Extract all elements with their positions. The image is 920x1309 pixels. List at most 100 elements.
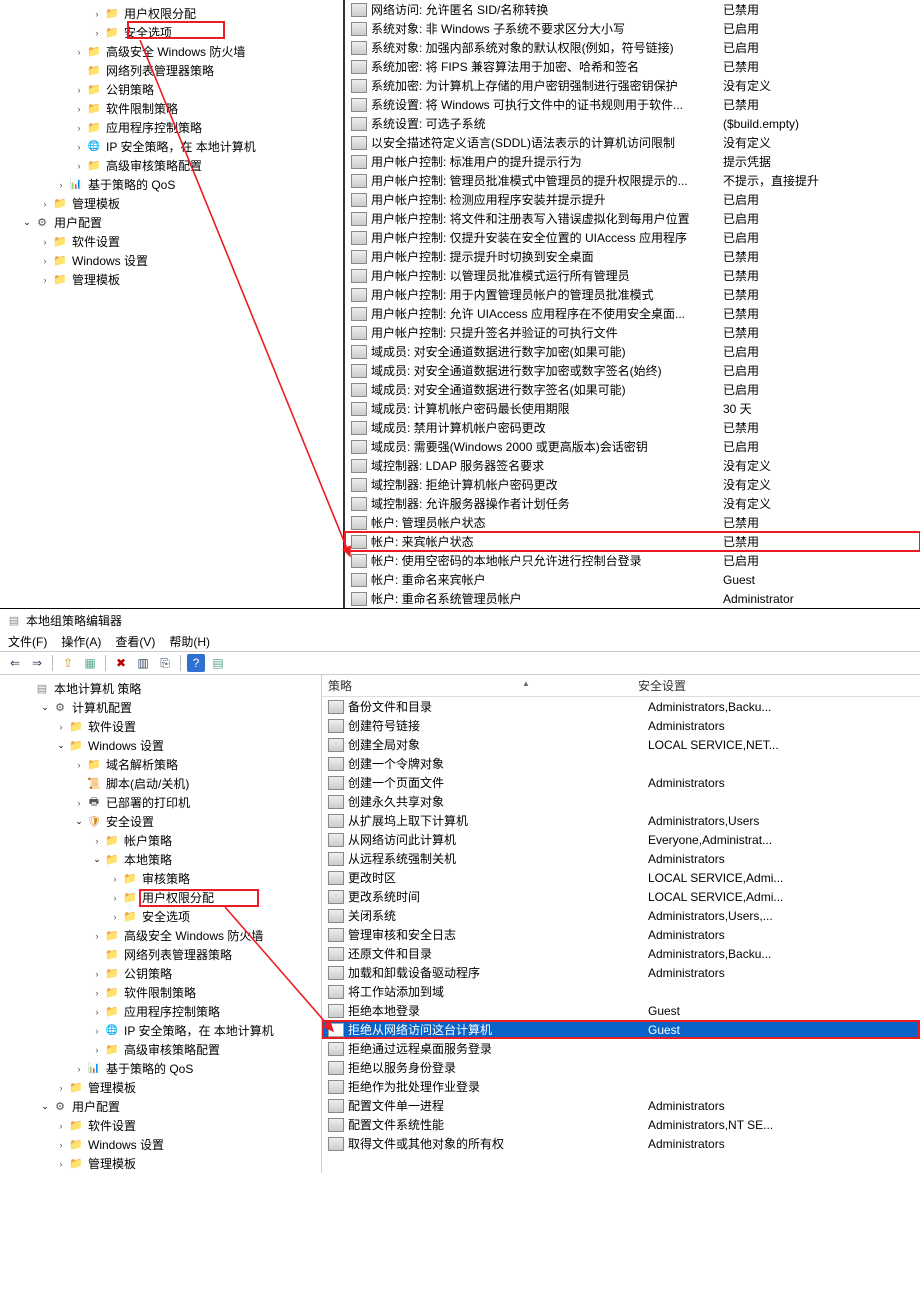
chevron-right-icon[interactable]: › [92, 28, 102, 38]
policy-row[interactable]: 用户帐户控制: 提示提升时切换到安全桌面已禁用 [345, 247, 920, 266]
chevron-right-icon[interactable]: › [40, 237, 50, 247]
show-button[interactable]: ▦ [81, 654, 99, 672]
tree-item[interactable]: ›📁高级审核策略配置 [0, 1040, 321, 1059]
chevron-right-icon[interactable]: › [110, 893, 120, 903]
policy-row[interactable]: 系统设置: 将 Windows 可执行文件中的证书规则用于软件...已禁用 [345, 95, 920, 114]
tree-item[interactable]: ›📁审核策略 [0, 869, 321, 888]
policy-row[interactable]: 创建一个页面文件Administrators [322, 773, 920, 792]
policy-row[interactable]: 创建永久共享对象 [322, 792, 920, 811]
header-policy[interactable]: 策略 [328, 677, 638, 694]
chevron-right-icon[interactable]: › [74, 47, 84, 57]
policy-row[interactable]: 域控制器: 拒绝计算机帐户密码更改没有定义 [345, 475, 920, 494]
policy-row[interactable]: 加载和卸载设备驱动程序Administrators [322, 963, 920, 982]
policy-row[interactable]: 域成员: 对安全通道数据进行数字签名(如果可能)已启用 [345, 380, 920, 399]
tree-item[interactable]: ›📁管理模板 [0, 1154, 321, 1173]
chevron-right-icon[interactable]: › [40, 199, 50, 209]
chevron-right-icon[interactable]: › [110, 912, 120, 922]
policy-row[interactable]: 用户帐户控制: 只提升签名并验证的可执行文件已禁用 [345, 323, 920, 342]
menu-item[interactable]: 文件(F) [8, 633, 47, 650]
tree-item[interactable]: ⌄📁本地策略 [0, 850, 321, 869]
tree-item[interactable]: ›▤本地计算机 策略 [0, 679, 321, 698]
menu-item[interactable]: 操作(A) [61, 633, 101, 650]
tree-item[interactable]: ›📁软件设置 [0, 717, 321, 736]
chevron-down-icon[interactable]: ⌄ [40, 702, 50, 713]
chevron-right-icon[interactable]: › [56, 722, 66, 732]
policy-row[interactable]: 用户帐户控制: 检测应用程序安装并提示提升已启用 [345, 190, 920, 209]
policy-row[interactable]: 从网络访问此计算机Everyone,Administrat... [322, 830, 920, 849]
policy-row[interactable]: 将工作站添加到域 [322, 982, 920, 1001]
policy-row[interactable]: 从扩展坞上取下计算机Administrators,Users [322, 811, 920, 830]
back-button[interactable]: ⇐ [6, 654, 24, 672]
tree-item[interactable]: ›📁软件设置 [0, 1116, 321, 1135]
chevron-right-icon[interactable]: › [92, 836, 102, 846]
policy-row[interactable]: 更改系统时间LOCAL SERVICE,Admi... [322, 887, 920, 906]
tree-item[interactable]: ›🌐IP 安全策略，在 本地计算机 [0, 1021, 321, 1040]
tree-item[interactable]: ›📁公钥策略 [0, 964, 321, 983]
chevron-down-icon[interactable]: ⌄ [74, 816, 84, 827]
policy-row[interactable]: 配置文件系统性能Administrators,NT SE... [322, 1115, 920, 1134]
policy-row[interactable]: 用户帐户控制: 仅提升安装在安全位置的 UIAccess 应用程序已启用 [345, 228, 920, 247]
tree-item[interactable]: ›📁域名解析策略 [0, 755, 321, 774]
tree-item[interactable]: ›📜脚本(启动/关机) [0, 774, 321, 793]
tree-item[interactable]: ›📁管理模板 [0, 1078, 321, 1097]
tree-item[interactable]: ⌄⚙计算机配置 [0, 698, 321, 717]
tree-item[interactable]: ›📁管理模板 [0, 270, 343, 289]
policy-row[interactable]: 帐户: 重命名系统管理员帐户Administrator [345, 589, 920, 608]
policy-row[interactable]: 拒绝通过远程桌面服务登录 [322, 1039, 920, 1058]
tree-item[interactable]: ›🖶已部署的打印机 [0, 793, 321, 812]
chevron-right-icon[interactable]: › [74, 161, 84, 171]
chevron-down-icon[interactable]: ⌄ [22, 217, 32, 228]
tree-item[interactable]: ⌄⚙用户配置 [0, 1097, 321, 1116]
chevron-right-icon[interactable]: › [74, 1064, 84, 1074]
policy-row[interactable]: 取得文件或其他对象的所有权Administrators [322, 1134, 920, 1153]
chevron-right-icon[interactable]: › [56, 1121, 66, 1131]
policy-row[interactable]: 帐户: 来宾帐户状态已禁用 [345, 532, 920, 551]
chevron-down-icon[interactable]: ⌄ [40, 1101, 50, 1112]
chevron-right-icon[interactable]: › [74, 104, 84, 114]
chevron-right-icon[interactable]: › [56, 1159, 66, 1169]
policy-row[interactable]: 用户帐户控制: 管理员批准模式中管理员的提升权限提示的...不提示，直接提升 [345, 171, 920, 190]
policy-row[interactable]: 创建全局对象LOCAL SERVICE,NET... [322, 735, 920, 754]
policy-row[interactable]: 域成员: 对安全通道数据进行数字加密或数字签名(始终)已启用 [345, 361, 920, 380]
tree-item[interactable]: ›📁网络列表管理器策略 [0, 945, 321, 964]
policy-row[interactable]: 创建符号链接Administrators [322, 716, 920, 735]
menu-item[interactable]: 查看(V) [115, 633, 155, 650]
tree-item[interactable]: ›📁高级安全 Windows 防火墙 [0, 926, 321, 945]
policy-row[interactable]: 用户帐户控制: 用于内置管理员帐户的管理员批准模式已禁用 [345, 285, 920, 304]
policy-row[interactable]: 还原文件和目录Administrators,Backu... [322, 944, 920, 963]
policy-row[interactable]: 管理审核和安全日志Administrators [322, 925, 920, 944]
chevron-right-icon[interactable]: › [56, 180, 66, 190]
tree-item[interactable]: ›📁软件设置 [0, 232, 343, 251]
tree-item[interactable]: ›📁Windows 设置 [0, 251, 343, 270]
chevron-right-icon[interactable]: › [74, 123, 84, 133]
policy-row[interactable]: 配置文件单一进程Administrators [322, 1096, 920, 1115]
filter-button[interactable]: ▤ [209, 654, 227, 672]
tree-item[interactable]: ›📊基于策略的 QoS [0, 1059, 321, 1078]
chevron-right-icon[interactable]: › [74, 142, 84, 152]
policy-row[interactable]: 系统设置: 可选子系统($build.empty) [345, 114, 920, 133]
policy-row[interactable]: 网络访问: 允许匿名 SID/名称转换已禁用 [345, 0, 920, 19]
policy-row[interactable]: 拒绝以服务身份登录 [322, 1058, 920, 1077]
chevron-right-icon[interactable]: › [92, 1026, 102, 1036]
tree-item[interactable]: ⌄⚙用户配置 [0, 213, 343, 232]
properties-button[interactable]: ▥ [134, 654, 152, 672]
policy-row[interactable]: 帐户: 重命名来宾帐户Guest [345, 570, 920, 589]
policy-row[interactable]: 域成员: 需要强(Windows 2000 或更高版本)会话密钥已启用 [345, 437, 920, 456]
chevron-right-icon[interactable]: › [110, 874, 120, 884]
policy-row[interactable]: 域成员: 对安全通道数据进行数字加密(如果可能)已启用 [345, 342, 920, 361]
policy-row[interactable]: 创建一个令牌对象 [322, 754, 920, 773]
policy-row[interactable]: 用户帐户控制: 将文件和注册表写入错误虚拟化到每用户位置已启用 [345, 209, 920, 228]
policy-row[interactable]: 拒绝本地登录Guest [322, 1001, 920, 1020]
policy-row[interactable]: 帐户: 管理员帐户状态已禁用 [345, 513, 920, 532]
policy-row[interactable]: 系统加密: 为计算机上存储的用户密钥强制进行强密钥保护没有定义 [345, 76, 920, 95]
policy-row[interactable]: 关闭系统Administrators,Users,... [322, 906, 920, 925]
chevron-right-icon[interactable]: › [92, 988, 102, 998]
tree-item[interactable]: ›📁高级安全 Windows 防火墙 [0, 42, 343, 61]
header-setting[interactable]: 安全设置 [638, 677, 686, 694]
tree-item[interactable]: ›📁安全选项 [0, 907, 321, 926]
chevron-right-icon[interactable]: › [56, 1140, 66, 1150]
tree-item[interactable]: ›📁网络列表管理器策略 [0, 61, 343, 80]
tree-item[interactable]: ›📁管理模板 [0, 194, 343, 213]
chevron-right-icon[interactable]: › [40, 256, 50, 266]
policy-row[interactable]: 拒绝从网络访问这台计算机Guest [322, 1020, 920, 1039]
